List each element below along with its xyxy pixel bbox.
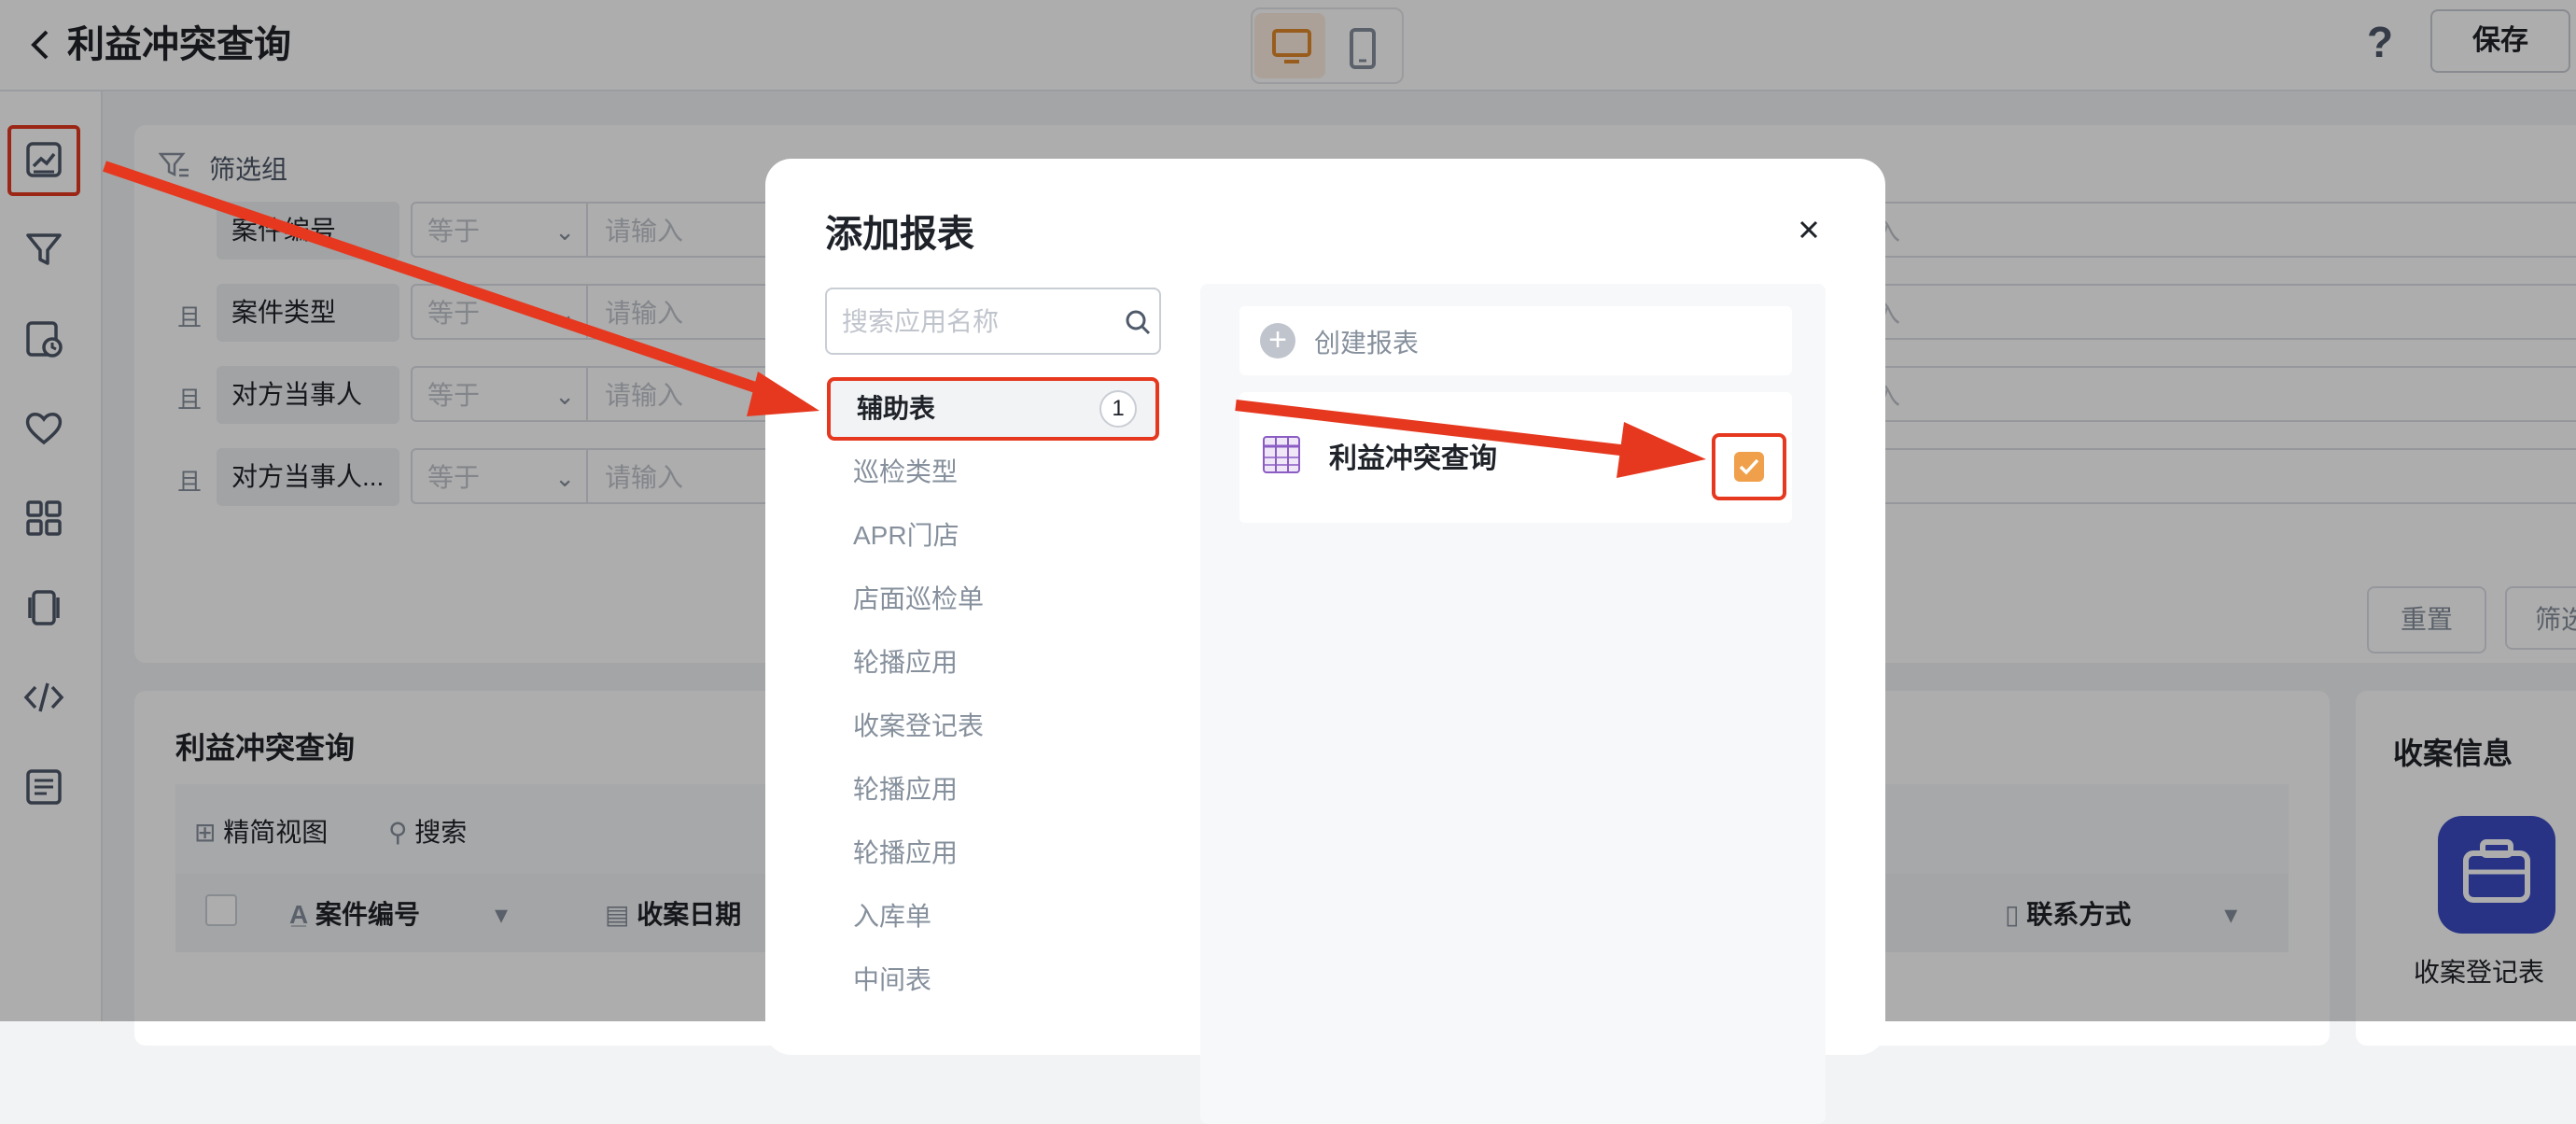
- annotation-arrow-1: [103, 161, 819, 416]
- annotation-arrows: [103, 161, 1706, 478]
- annotation-arrow-2: [1235, 400, 1706, 478]
